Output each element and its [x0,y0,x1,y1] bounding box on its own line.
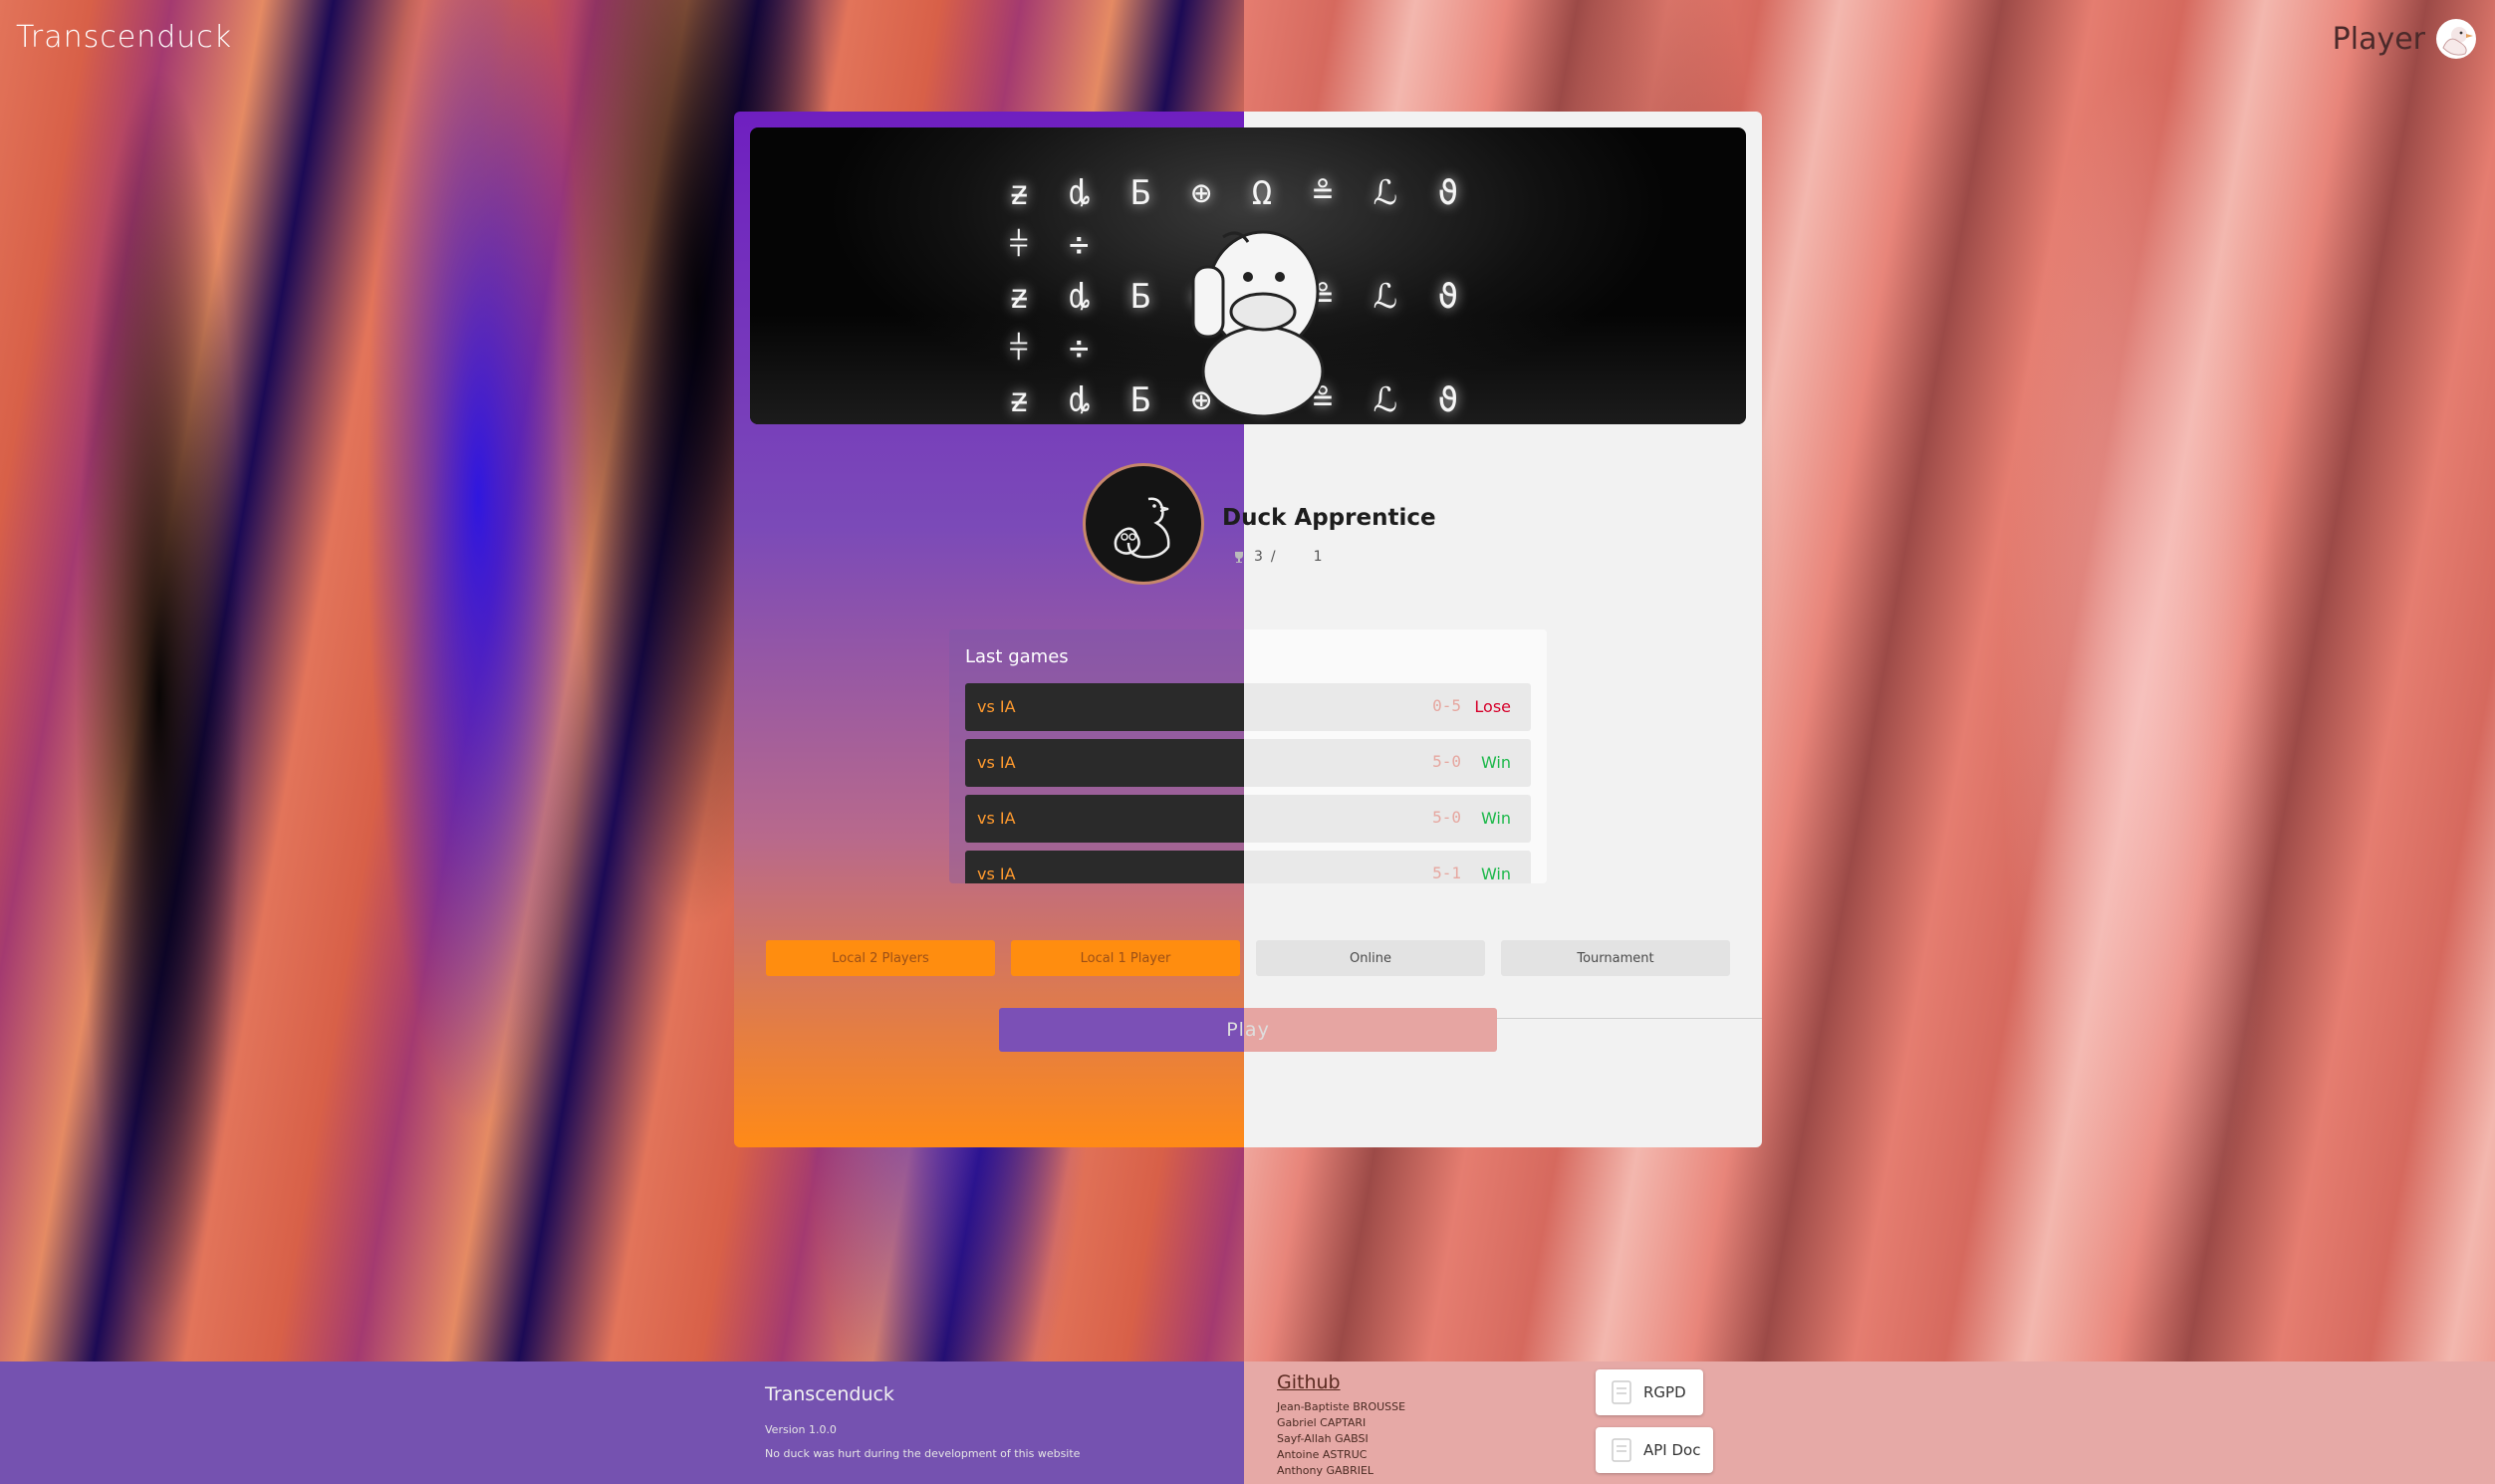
mode-local-2-players-button[interactable]: Local 2 Players [766,940,995,976]
footer: Transcenduck Version 1.0.0 No duck was h… [0,1361,2495,1484]
game-row[interactable]: vs IA 0-5 Lose [965,683,1531,731]
github-link[interactable]: Github [1277,1371,1341,1393]
thumbs-up-duck-icon [1191,230,1325,416]
game-result: Win [1480,809,1511,828]
profile-summary: Duck Apprentice 3 / 1 [1083,463,1481,593]
rgpd-button[interactable]: RGPD [1596,1369,1703,1415]
losses-count: 1 [1313,549,1323,565]
footer-tagline: No duck was hurt during the development … [765,1447,1081,1460]
game-opponent: vs IA [977,809,1016,828]
rgpd-label: RGPD [1643,1383,1686,1401]
game-result: Win [1480,753,1511,772]
game-result: Lose [1474,697,1511,716]
play-button[interactable]: Play [999,1008,1497,1052]
last-games-panel[interactable]: Last games vs IA 0-5 Lose vs IA 5-0 Win … [949,629,1547,883]
mode-local-1-player-button[interactable]: Local 1 Player [1011,940,1240,976]
game-row[interactable]: vs IA 5-1 Win [965,851,1531,883]
author-list: Jean-Baptiste BROUSSE Gabriel CAPTARI Sa… [1277,1399,1405,1479]
game-row[interactable]: vs IA 5-0 Win [965,795,1531,843]
last-games-title: Last games [965,646,1069,667]
game-opponent: vs IA [977,865,1016,883]
win-loss-stats: 3 / 1 [1232,549,1323,565]
mode-online-button[interactable]: Online [1256,940,1485,976]
game-score: 5-1 [1432,864,1461,882]
play-button-label: Play [1226,1019,1270,1041]
footer-left-bg [0,1361,1244,1484]
stats-separator: / [1270,549,1276,565]
game-result: Win [1480,865,1511,883]
duck-avatar-icon [2436,19,2476,59]
divider [1497,1018,1762,1019]
game-score: 5-0 [1432,752,1461,771]
mode-tournament-button[interactable]: Tournament [1501,940,1730,976]
author-name: Jean-Baptiste BROUSSE [1277,1400,1406,1413]
brand-logo-text[interactable]: Transcenduck [16,20,232,55]
document-icon [1612,1438,1631,1462]
game-opponent: vs IA [977,697,1016,716]
api-doc-label: API Doc [1643,1441,1701,1459]
player-menu[interactable]: Player [2333,18,2477,60]
author-name: Sayf-Allah GABSI [1277,1432,1369,1445]
avatar[interactable] [1083,463,1204,585]
footer-version: Version 1.0.0 [765,1423,837,1436]
footer-right-bg [1244,1361,2495,1484]
api-doc-button[interactable]: API Doc [1596,1427,1713,1473]
rank-title: Duck Apprentice [1222,505,1436,531]
trophy-icon [1235,552,1243,563]
document-icon [1612,1380,1631,1404]
author-name: Antoine ASTRUC [1277,1448,1368,1461]
wins-count: 3 [1254,549,1263,565]
duck-family-icon [1114,497,1170,559]
game-score: 0-5 [1432,696,1461,715]
main-card: ƶ ȡ Ƃ ⊕ Ω ≗ ℒ ϑ ⫩ ÷ ƶ ȡ Ƃ ⊕ Ω ≗ ℒ ϑ ⫩ ÷ … [734,112,1762,1147]
profile-banner: ƶ ȡ Ƃ ⊕ Ω ≗ ℒ ϑ ⫩ ÷ ƶ ȡ Ƃ ⊕ Ω ≗ ℒ ϑ ⫩ ÷ … [750,127,1746,424]
game-mode-selector: Local 2 Players Local 1 Player Online To… [766,940,1732,976]
footer-brand: Transcenduck [765,1383,894,1405]
author-name: Anthony GABRIEL [1277,1464,1374,1477]
game-list: vs IA 0-5 Lose vs IA 5-0 Win vs IA 5-0 W… [965,683,1531,883]
game-row[interactable]: vs IA 5-0 Win [965,739,1531,787]
game-opponent: vs IA [977,753,1016,772]
game-score: 5-0 [1432,808,1461,827]
author-name: Gabriel CAPTARI [1277,1416,1367,1429]
player-label: Player [2332,21,2425,57]
